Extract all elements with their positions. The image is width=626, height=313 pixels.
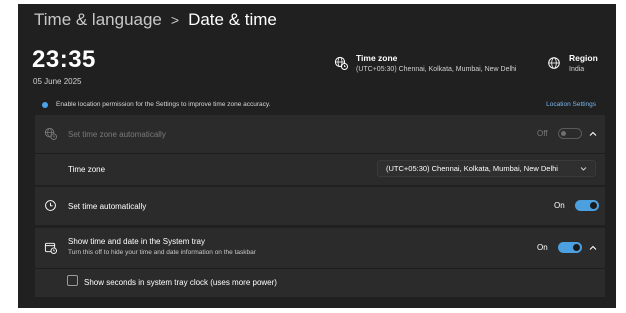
systray-state: On	[537, 243, 548, 252]
systray-sublabel: Turn this off to hide your time and date…	[68, 249, 256, 256]
systray-row[interactable]: Show time and date in the System tray Tu…	[35, 228, 605, 268]
auto-timezone-state: Off	[537, 129, 548, 138]
current-date: 05 June 2025	[33, 77, 82, 86]
location-notice: Enable location permission for the Setti…	[42, 101, 596, 108]
seconds-checkbox[interactable]	[67, 275, 78, 286]
region-info-value: India	[569, 66, 585, 73]
systray-toggle[interactable]	[557, 242, 582, 253]
breadcrumb-separator: >	[170, 12, 180, 28]
calendar-clock-icon	[44, 242, 57, 254]
region-info: Region India	[547, 53, 598, 73]
timezone-info: Time zone (UTC+05:30) Chennai, Kolkata, …	[334, 53, 517, 73]
page-title: Date & time	[188, 10, 277, 29]
timezone-label: Time zone	[68, 165, 106, 174]
auto-time-label: Set time automatically	[68, 202, 147, 211]
auto-time-row[interactable]: Set time automatically On	[35, 187, 605, 225]
breadcrumb: Time & language > Date & time	[34, 10, 277, 30]
auto-timezone-toggle[interactable]	[557, 128, 582, 139]
globe-clock-icon	[44, 127, 57, 140]
chevron-up-icon[interactable]	[588, 129, 598, 139]
breadcrumb-parent[interactable]: Time & language	[34, 10, 162, 30]
seconds-label: Show seconds in system tray clock (uses …	[84, 278, 277, 287]
current-time: 23:35	[32, 46, 96, 73]
auto-time-toggle-group: On	[554, 200, 599, 211]
auto-time-toggle[interactable]	[574, 200, 599, 211]
timezone-row: Time zone (UTC+05:30) Chennai, Kolkata, …	[35, 154, 605, 185]
auto-time-card: Set time automatically On	[35, 187, 605, 225]
auto-timezone-row[interactable]: Set time zone automatically Off	[35, 115, 605, 153]
timezone-dropdown-value: (UTC+05:30) Chennai, Kolkata, Mumbai, Ne…	[386, 164, 558, 173]
location-settings-link[interactable]: Location Settings	[546, 101, 596, 108]
timezone-dropdown[interactable]: (UTC+05:30) Chennai, Kolkata, Mumbai, Ne…	[377, 160, 596, 177]
timezone-card: Set time zone automatically Off Time zon…	[35, 115, 605, 185]
timezone-info-title: Time zone	[356, 53, 398, 63]
chevron-up-icon[interactable]	[588, 243, 598, 253]
auto-time-state: On	[554, 201, 565, 210]
seconds-row[interactable]: Show seconds in system tray clock (uses …	[35, 269, 605, 297]
notice-text: Enable location permission for the Setti…	[56, 101, 271, 108]
systray-label: Show time and date in the System tray	[68, 237, 205, 246]
clock-icon	[45, 200, 56, 211]
settings-window: Time & language > Date & time 23:35 05 J…	[18, 4, 616, 308]
systray-toggle-group: On	[537, 242, 582, 253]
systray-card: Show time and date in the System tray Tu…	[35, 228, 605, 297]
region-info-title: Region	[569, 53, 598, 63]
chevron-down-icon	[580, 167, 587, 171]
info-dot-icon	[42, 101, 48, 108]
timezone-info-value: (UTC+05:30) Chennai, Kolkata, Mumbai, Ne…	[356, 66, 517, 73]
globe-icon	[548, 57, 560, 69]
auto-timezone-label: Set time zone automatically	[68, 130, 166, 139]
auto-timezone-toggle-group: Off	[537, 128, 582, 139]
globe-clock-icon	[334, 56, 348, 70]
